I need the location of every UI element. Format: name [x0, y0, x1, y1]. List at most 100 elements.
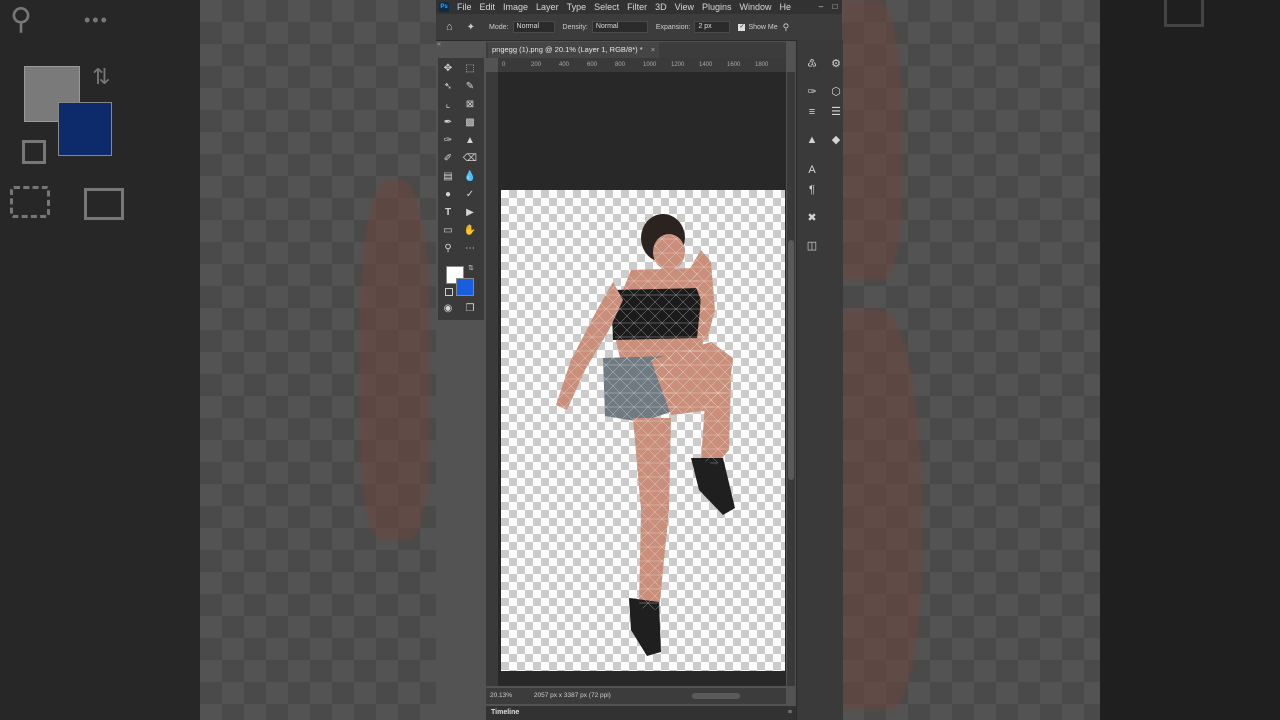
- show-mesh-checkbox[interactable]: ✓: [738, 23, 746, 31]
- zoom-tool-icon[interactable]: ⚲: [440, 242, 456, 256]
- quick-selection-tool-icon[interactable]: ✎: [462, 80, 478, 94]
- eraser-tool-icon[interactable]: ⌫: [462, 152, 478, 166]
- density-select[interactable]: Normal: [591, 21, 648, 33]
- rectangle-tool-icon[interactable]: ▭: [440, 224, 456, 238]
- subject-figure: [556, 214, 735, 656]
- expansion-input[interactable]: 2 px: [694, 21, 731, 33]
- history-panel-icon[interactable]: ♳: [803, 56, 821, 72]
- paragraph-panel-icon[interactable]: ¶: [803, 182, 821, 198]
- 3d-panel-icon[interactable]: ⬡: [827, 84, 845, 100]
- dodge-tool-icon[interactable]: ●: [440, 188, 456, 202]
- libraries-panel-icon[interactable]: ◫: [803, 238, 821, 254]
- menu-type[interactable]: Type: [567, 2, 587, 12]
- collapse-toolbar-icon[interactable]: «: [437, 41, 441, 48]
- menu-file[interactable]: File: [457, 2, 472, 12]
- mode-label: Mode:: [489, 23, 509, 31]
- mode-select[interactable]: Normal: [512, 21, 555, 33]
- status-bar: 20.13% 2057 px x 3387 px (72 ppi): [486, 688, 786, 704]
- puppet-warp-tool-icon[interactable]: ✦: [467, 22, 475, 33]
- close-tab-icon[interactable]: ×: [651, 45, 655, 54]
- ruler-tick: 200: [531, 62, 542, 68]
- ruler-tick: 1600: [727, 62, 741, 68]
- background-zoom-canvas-right: [842, 0, 1100, 720]
- lasso-tool-icon[interactable]: ➴: [440, 80, 456, 94]
- timeline-label: Timeline: [491, 709, 520, 716]
- default-colors-icon[interactable]: [445, 288, 453, 296]
- menu-view[interactable]: View: [675, 2, 694, 12]
- zoom-level[interactable]: 20.13%: [490, 692, 512, 699]
- menu-image[interactable]: Image: [503, 2, 528, 12]
- panel-dock: ♳ ⚙ ✑ ⬡ ≡ ☰ ▲ ◆ A ¶ ✖ ◫: [796, 40, 843, 720]
- maximize-icon[interactable]: □: [828, 0, 842, 14]
- document-title: pngegg (1).png @ 20.1% (Layer 1, RGB/8*)…: [492, 45, 643, 54]
- ruler-horizontal: 0 200 400 600 800 1000 1200 1400 1600 18…: [498, 58, 786, 73]
- background-zoom-canvas-left: [200, 0, 436, 720]
- hand-tool-icon[interactable]: ✋: [462, 224, 478, 238]
- quick-mask-icon[interactable]: ◉: [440, 302, 456, 316]
- layers-panel-icon[interactable]: ☰: [827, 104, 845, 120]
- clone-stamp-tool-icon[interactable]: ▲: [462, 134, 478, 148]
- ruler-tick: 600: [587, 62, 598, 68]
- document-canvas[interactable]: [501, 190, 785, 671]
- home-icon[interactable]: ⌂: [446, 21, 453, 33]
- expansion-label: Expansion:: [655, 23, 691, 31]
- background-color-swatch[interactable]: [456, 278, 474, 296]
- ruler-tick: 1800: [755, 62, 769, 68]
- gradient-tool-icon[interactable]: ▤: [440, 170, 456, 184]
- blur-tool-icon[interactable]: 💧: [462, 170, 478, 184]
- adjustments-panel-icon[interactable]: ⚙: [827, 56, 845, 72]
- properties-panel-icon[interactable]: ≡: [803, 104, 821, 120]
- document-tab[interactable]: pngegg (1).png @ 20.1% (Layer 1, RGB/8*)…: [488, 42, 660, 58]
- crop-tool-icon[interactable]: ⌞: [440, 98, 456, 112]
- menu-filter[interactable]: Filter: [627, 2, 647, 12]
- photoshop-logo: Ps: [439, 2, 449, 12]
- ruler-tick: 1200: [671, 62, 685, 68]
- brush-tool-icon[interactable]: ✑: [440, 134, 456, 148]
- menu-bar: Ps File Edit Image Layer Type Select Fil…: [436, 0, 842, 14]
- tools-settings-icon[interactable]: ✖: [803, 210, 821, 226]
- minimize-icon[interactable]: –: [814, 0, 828, 14]
- marquee-tool-icon[interactable]: ⬚: [462, 62, 478, 76]
- search-icon[interactable]: ⚲: [783, 22, 790, 33]
- timeline-panel: Timeline ≡: [486, 706, 796, 720]
- healing-brush-tool-icon[interactable]: ▩: [462, 116, 478, 130]
- default-colors-icon: [22, 140, 46, 164]
- path-selection-tool-icon[interactable]: ▶: [462, 206, 478, 220]
- panel-menu-icon[interactable]: ≡: [788, 706, 792, 720]
- more-tools-icon[interactable]: ⋯: [462, 242, 478, 256]
- brush-settings-icon[interactable]: ✑: [803, 84, 821, 100]
- type-tool-icon[interactable]: T: [440, 206, 456, 220]
- screen-mode-icon[interactable]: ❐: [462, 302, 478, 316]
- more-icon: •••: [84, 10, 109, 30]
- menu-3d[interactable]: 3D: [655, 2, 667, 12]
- screen-mode-icon: [84, 188, 124, 220]
- menu-plugins[interactable]: Plugins: [702, 2, 732, 12]
- history-brush-tool-icon[interactable]: ✐: [440, 152, 456, 166]
- channels-panel-icon[interactable]: ◆: [827, 132, 845, 148]
- character-panel-icon[interactable]: A: [803, 162, 821, 178]
- background-color-zoom: [58, 102, 112, 156]
- ruler-tick: 1400: [699, 62, 713, 68]
- ruler-tick: 1000: [643, 62, 657, 68]
- show-mesh-label: Show Me: [748, 23, 778, 31]
- horizontal-scroll-thumb[interactable]: [692, 693, 740, 699]
- options-bar: ⌂ ✦ Mode: Normal Density: Normal Expansi…: [436, 14, 842, 41]
- swap-icon: ⇅: [92, 64, 111, 89]
- ruler-tick: 800: [615, 62, 626, 68]
- menu-help[interactable]: He: [780, 2, 792, 12]
- background-zoom-right: [1100, 0, 1280, 720]
- ruler-tick: 400: [559, 62, 570, 68]
- menu-edit[interactable]: Edit: [480, 2, 496, 12]
- clone-source-icon[interactable]: ▲: [803, 132, 821, 148]
- vertical-scroll-thumb[interactable]: [788, 240, 794, 480]
- swap-colors-icon[interactable]: ⇅: [468, 264, 474, 272]
- menu-window[interactable]: Window: [740, 2, 772, 12]
- move-tool-icon[interactable]: ✥: [440, 62, 456, 76]
- menu-layer[interactable]: Layer: [536, 2, 559, 12]
- menu-select[interactable]: Select: [594, 2, 619, 12]
- frame-tool-icon[interactable]: ⊠: [462, 98, 478, 112]
- panel-icon: [1164, 0, 1204, 27]
- pen-tool-icon[interactable]: ✓: [462, 188, 478, 202]
- background-zoom-left: ⚲ ••• ⇅: [0, 0, 200, 720]
- eyedropper-tool-icon[interactable]: ✒: [440, 116, 456, 130]
